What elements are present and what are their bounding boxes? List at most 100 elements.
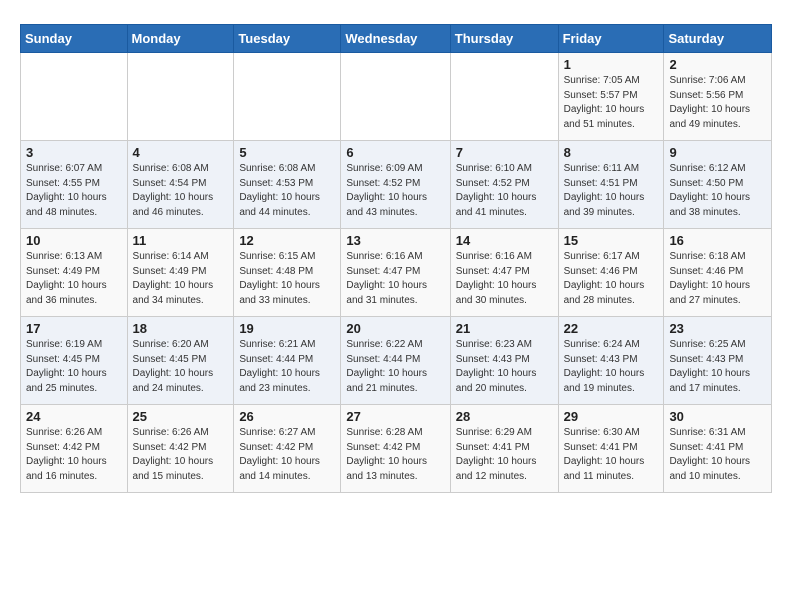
day-info: Sunrise: 6:09 AM Sunset: 4:52 PM Dayligh… xyxy=(346,162,444,220)
day-number: 29 xyxy=(564,409,659,424)
day-number: 7 xyxy=(456,145,553,160)
day-number: 24 xyxy=(26,409,122,424)
day-cell: 13 Sunrise: 6:16 AM Sunset: 4:47 PM Dayli… xyxy=(341,229,450,317)
day-cell xyxy=(450,53,558,141)
day-number: 11 xyxy=(133,233,229,248)
day-info: Sunrise: 6:26 AM Sunset: 4:42 PM Dayligh… xyxy=(133,426,229,484)
day-cell: 5 Sunrise: 6:08 AM Sunset: 4:53 PM Daylig… xyxy=(234,141,341,229)
day-number: 23 xyxy=(669,321,766,336)
day-number: 9 xyxy=(669,145,766,160)
day-cell: 25 Sunrise: 6:26 AM Sunset: 4:42 PM Dayli… xyxy=(127,405,234,493)
day-cell: 15Sunrise: 6:17 AM Sunset: 4:46 PM Dayli… xyxy=(558,229,664,317)
day-info: Sunrise: 6:19 AM Sunset: 4:45 PM Dayligh… xyxy=(26,338,122,396)
day-number: 15 xyxy=(564,233,659,248)
weekday-header-monday: Monday xyxy=(127,25,234,53)
day-number: 13 xyxy=(346,233,444,248)
day-number: 27 xyxy=(346,409,444,424)
day-info: Sunrise: 6:18 AM Sunset: 4:46 PM Dayligh… xyxy=(669,250,766,308)
day-number: 3 xyxy=(26,145,122,160)
calendar-table: SundayMondayTuesdayWednesdayThursdayFrid… xyxy=(20,24,772,493)
day-cell: 10Sunrise: 6:13 AM Sunset: 4:49 PM Dayli… xyxy=(21,229,128,317)
day-info: Sunrise: 6:27 AM Sunset: 4:42 PM Dayligh… xyxy=(239,426,335,484)
week-row-2: 3 Sunrise: 6:07 AM Sunset: 4:55 PM Daylig… xyxy=(21,141,772,229)
weekday-header-tuesday: Tuesday xyxy=(234,25,341,53)
day-number: 2 xyxy=(669,57,766,72)
week-row-1: 1 Sunrise: 7:05 AM Sunset: 5:57 PM Daylig… xyxy=(21,53,772,141)
day-info: Sunrise: 6:26 AM Sunset: 4:42 PM Dayligh… xyxy=(26,426,122,484)
day-number: 17 xyxy=(26,321,122,336)
week-row-5: 24 Sunrise: 6:26 AM Sunset: 4:42 PM Dayli… xyxy=(21,405,772,493)
day-info: Sunrise: 6:16 AM Sunset: 4:47 PM Dayligh… xyxy=(346,250,444,308)
day-number: 8 xyxy=(564,145,659,160)
day-info: Sunrise: 6:29 AM Sunset: 4:41 PM Dayligh… xyxy=(456,426,553,484)
day-cell: 23 Sunrise: 6:25 AM Sunset: 4:43 PM Dayli… xyxy=(664,317,772,405)
day-cell: 18Sunrise: 6:20 AM Sunset: 4:45 PM Dayli… xyxy=(127,317,234,405)
day-cell: 27 Sunrise: 6:28 AM Sunset: 4:42 PM Dayli… xyxy=(341,405,450,493)
day-info: Sunrise: 6:08 AM Sunset: 4:54 PM Dayligh… xyxy=(133,162,229,220)
day-cell: 19 Sunrise: 6:21 AM Sunset: 4:44 PM Dayli… xyxy=(234,317,341,405)
day-cell xyxy=(234,53,341,141)
day-cell: 20Sunrise: 6:22 AM Sunset: 4:44 PM Dayli… xyxy=(341,317,450,405)
day-number: 25 xyxy=(133,409,229,424)
weekday-header-saturday: Saturday xyxy=(664,25,772,53)
day-number: 10 xyxy=(26,233,122,248)
day-cell: 3 Sunrise: 6:07 AM Sunset: 4:55 PM Daylig… xyxy=(21,141,128,229)
day-cell xyxy=(127,53,234,141)
day-cell: 26 Sunrise: 6:27 AM Sunset: 4:42 PM Dayli… xyxy=(234,405,341,493)
day-info: Sunrise: 6:21 AM Sunset: 4:44 PM Dayligh… xyxy=(239,338,335,396)
day-cell: 16Sunrise: 6:18 AM Sunset: 4:46 PM Dayli… xyxy=(664,229,772,317)
day-cell: 11 Sunrise: 6:14 AM Sunset: 4:49 PM Dayli… xyxy=(127,229,234,317)
day-cell: 6 Sunrise: 6:09 AM Sunset: 4:52 PM Daylig… xyxy=(341,141,450,229)
week-row-3: 10Sunrise: 6:13 AM Sunset: 4:49 PM Dayli… xyxy=(21,229,772,317)
day-cell: 12 Sunrise: 6:15 AM Sunset: 4:48 PM Dayli… xyxy=(234,229,341,317)
week-row-4: 17 Sunrise: 6:19 AM Sunset: 4:45 PM Dayli… xyxy=(21,317,772,405)
day-cell: 29 Sunrise: 6:30 AM Sunset: 4:41 PM Dayli… xyxy=(558,405,664,493)
day-info: Sunrise: 6:24 AM Sunset: 4:43 PM Dayligh… xyxy=(564,338,659,396)
day-cell: 22 Sunrise: 6:24 AM Sunset: 4:43 PM Dayli… xyxy=(558,317,664,405)
day-cell: 4 Sunrise: 6:08 AM Sunset: 4:54 PM Daylig… xyxy=(127,141,234,229)
day-number: 1 xyxy=(564,57,659,72)
header xyxy=(20,16,772,18)
day-number: 22 xyxy=(564,321,659,336)
day-number: 6 xyxy=(346,145,444,160)
day-info: Sunrise: 6:15 AM Sunset: 4:48 PM Dayligh… xyxy=(239,250,335,308)
day-info: Sunrise: 6:25 AM Sunset: 4:43 PM Dayligh… xyxy=(669,338,766,396)
day-number: 5 xyxy=(239,145,335,160)
day-number: 14 xyxy=(456,233,553,248)
day-cell: 8Sunrise: 6:11 AM Sunset: 4:51 PM Daylig… xyxy=(558,141,664,229)
day-cell: 17 Sunrise: 6:19 AM Sunset: 4:45 PM Dayli… xyxy=(21,317,128,405)
day-info: Sunrise: 6:12 AM Sunset: 4:50 PM Dayligh… xyxy=(669,162,766,220)
day-number: 4 xyxy=(133,145,229,160)
day-info: Sunrise: 6:08 AM Sunset: 4:53 PM Dayligh… xyxy=(239,162,335,220)
day-cell xyxy=(341,53,450,141)
day-number: 30 xyxy=(669,409,766,424)
day-cell: 9 Sunrise: 6:12 AM Sunset: 4:50 PM Daylig… xyxy=(664,141,772,229)
day-info: Sunrise: 6:28 AM Sunset: 4:42 PM Dayligh… xyxy=(346,426,444,484)
day-cell: 2 Sunrise: 7:06 AM Sunset: 5:56 PM Daylig… xyxy=(664,53,772,141)
weekday-header-row: SundayMondayTuesdayWednesdayThursdayFrid… xyxy=(21,25,772,53)
day-info: Sunrise: 6:31 AM Sunset: 4:41 PM Dayligh… xyxy=(669,426,766,484)
day-info: Sunrise: 6:10 AM Sunset: 4:52 PM Dayligh… xyxy=(456,162,553,220)
day-info: Sunrise: 7:06 AM Sunset: 5:56 PM Dayligh… xyxy=(669,74,766,132)
day-cell xyxy=(21,53,128,141)
day-info: Sunrise: 6:07 AM Sunset: 4:55 PM Dayligh… xyxy=(26,162,122,220)
day-cell: 24 Sunrise: 6:26 AM Sunset: 4:42 PM Dayli… xyxy=(21,405,128,493)
day-info: Sunrise: 6:23 AM Sunset: 4:43 PM Dayligh… xyxy=(456,338,553,396)
weekday-header-sunday: Sunday xyxy=(21,25,128,53)
day-cell: 14Sunrise: 6:16 AM Sunset: 4:47 PM Dayli… xyxy=(450,229,558,317)
weekday-header-wednesday: Wednesday xyxy=(341,25,450,53)
day-cell: 30 Sunrise: 6:31 AM Sunset: 4:41 PM Dayli… xyxy=(664,405,772,493)
day-cell: 1 Sunrise: 7:05 AM Sunset: 5:57 PM Daylig… xyxy=(558,53,664,141)
weekday-header-thursday: Thursday xyxy=(450,25,558,53)
day-number: 19 xyxy=(239,321,335,336)
day-info: Sunrise: 6:20 AM Sunset: 4:45 PM Dayligh… xyxy=(133,338,229,396)
day-number: 28 xyxy=(456,409,553,424)
day-number: 26 xyxy=(239,409,335,424)
day-number: 12 xyxy=(239,233,335,248)
day-info: Sunrise: 6:22 AM Sunset: 4:44 PM Dayligh… xyxy=(346,338,444,396)
day-info: Sunrise: 6:30 AM Sunset: 4:41 PM Dayligh… xyxy=(564,426,659,484)
day-info: Sunrise: 7:05 AM Sunset: 5:57 PM Dayligh… xyxy=(564,74,659,132)
day-cell: 7 Sunrise: 6:10 AM Sunset: 4:52 PM Daylig… xyxy=(450,141,558,229)
day-info: Sunrise: 6:14 AM Sunset: 4:49 PM Dayligh… xyxy=(133,250,229,308)
weekday-header-friday: Friday xyxy=(558,25,664,53)
